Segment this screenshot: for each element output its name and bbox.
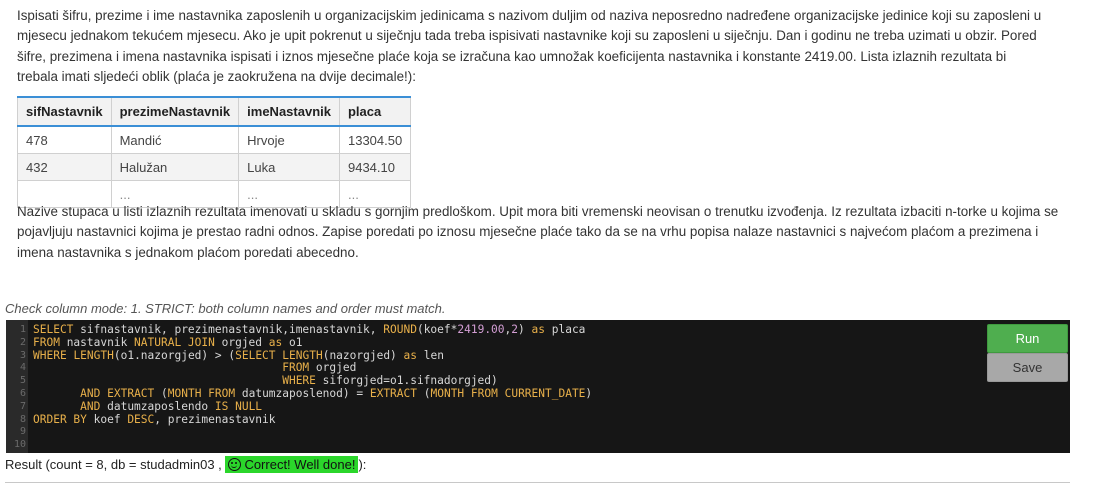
line-number: 7 [19, 400, 26, 412]
task-intro: Ispisati šifru, prezime i ime nastavnika… [17, 8, 1042, 84]
line-number: 8 [19, 413, 26, 425]
line-number: 5 [19, 375, 26, 387]
code-line: AND EXTRACT (MONTH FROM datumzaposlenod)… [33, 387, 592, 400]
result-suffix: ): [358, 457, 367, 472]
code-token: o1 [282, 335, 303, 349]
table-cell: 13304.50 [338, 125, 412, 154]
code-token: SELECT [33, 323, 74, 336]
code-token: AND [80, 387, 101, 400]
code-token: SELECT [235, 348, 276, 362]
code-token: IS NULL [214, 399, 263, 413]
code-token: datumzaposlenod) = [235, 387, 370, 400]
code-token: EXTRACT [107, 387, 155, 400]
code-token: ROUND [383, 323, 417, 336]
table-cell: Halužan [110, 153, 240, 181]
code-token: nastavnik [59, 335, 135, 349]
table-row: 432 Halužan Luka 9434.10 [17, 153, 412, 181]
code-token: orgjed [214, 335, 269, 349]
code-token: sifnastavnik, prezimenastavnik,imenastav… [73, 323, 384, 336]
code-token: as [403, 348, 418, 362]
code-token: (koef* [416, 323, 458, 336]
code-line: FROM orgjed [33, 361, 356, 374]
code-token: ( [417, 387, 431, 400]
code-token: MONTH FROM [430, 387, 498, 400]
table-cell: Hrvoje [238, 125, 340, 154]
code-token: as [531, 323, 545, 336]
code-token: datumzaposlendo [100, 399, 215, 413]
sql-code-editor[interactable]: 1 2 3 4 5 6 7 8 9 10 SELECT sifnastavnik, prezimen… [6, 320, 1070, 453]
code-token: CURRENT_DATE [504, 387, 586, 400]
code-token: orgjed [309, 361, 357, 375]
code-token: MONTH FROM [167, 387, 236, 400]
code-token: AND [80, 399, 101, 413]
code-token: 2419.00 [457, 323, 505, 336]
table-cell: 478 [17, 125, 112, 154]
line-number: 10 [13, 439, 26, 451]
column-header: prezimeNastavnik [110, 96, 240, 127]
result-divider [5, 482, 1070, 483]
table-row: 478 Mandić Hrvoje 13304.50 [17, 125, 412, 154]
success-badge: Correct! Well done! [225, 456, 359, 473]
code-line: AND datumzaposlendo IS NULL [33, 400, 262, 413]
code-token: (o1.nazorgjed) > ( [113, 348, 236, 362]
code-token: LENGTH [282, 348, 323, 362]
task-notes: Nazive stupaca u listi izlaznih rezultat… [17, 204, 1059, 260]
line-number: 9 [19, 426, 26, 438]
example-output-table: sifNastavnik prezimeNastavnik imeNastavn… [17, 96, 412, 208]
code-token: DESC [127, 412, 155, 426]
code-token: FROM [33, 335, 60, 349]
table-header-row: sifNastavnik prezimeNastavnik imeNastavn… [17, 96, 412, 127]
code-token: ORDER BY [33, 412, 87, 426]
code-token: siforgjed=o1.sifnadorgjed) [315, 374, 498, 388]
code-line: SELECT sifnastavnik, prezimenastavnik,im… [33, 323, 585, 336]
code-token: ) [585, 387, 593, 400]
success-message: Correct! Well done! [244, 457, 356, 472]
code-token: WHERE [282, 374, 316, 388]
line-number: 3 [19, 349, 26, 361]
code-token: as [268, 335, 283, 349]
check-mode-label: Check column mode: 1. STRICT: both colum… [5, 301, 446, 316]
table-cell: Mandić [110, 125, 240, 154]
code-line: FROM nastavnik NATURAL JOIN orgjed as o1 [33, 336, 302, 349]
line-number: 4 [19, 362, 26, 374]
line-number: 1 [19, 324, 26, 335]
code-token: LENGTH [73, 348, 114, 362]
result-prefix: Result (count = 8, db = studadmin03 , [5, 457, 222, 472]
table-cell: 432 [17, 153, 112, 181]
code-token: FROM [282, 361, 310, 375]
column-header: sifNastavnik [17, 96, 112, 127]
task-description: Ispisati šifru, prezime i ime nastavnika… [17, 6, 1047, 87]
line-number: 2 [19, 336, 26, 348]
save-button[interactable]: Save [987, 353, 1068, 382]
code-token: koef [86, 412, 128, 426]
table-cell: 9434.10 [338, 153, 412, 181]
code-token: WHERE [33, 348, 67, 362]
code-token: (nazorgjed) [322, 348, 404, 362]
column-header: imeNastavnik [238, 96, 340, 127]
code-token: NATURAL JOIN [134, 335, 215, 349]
code-token: len [417, 348, 444, 362]
result-line: Result (count = 8, db = studadmin03 , Co… [5, 456, 367, 473]
table-cell: Luka [238, 153, 340, 181]
code-token: ( [154, 387, 168, 400]
line-number: 6 [19, 388, 26, 399]
column-header: placa [338, 96, 412, 127]
code-line: WHERE LENGTH(o1.nazorgjed) > (SELECT LEN… [33, 349, 444, 362]
code-token: placa [545, 323, 586, 336]
smiley-icon [228, 458, 242, 471]
code-line: ORDER BY koef DESC, prezimenastavnik [33, 413, 276, 426]
code-line: WHERE siforgjed=o1.sifnadorgjed) [33, 374, 498, 387]
code-token: , prezimenastavnik [154, 412, 276, 426]
code-token: EXTRACT [369, 387, 417, 400]
run-button[interactable]: Run [987, 324, 1068, 353]
code-token: ) [518, 323, 532, 336]
